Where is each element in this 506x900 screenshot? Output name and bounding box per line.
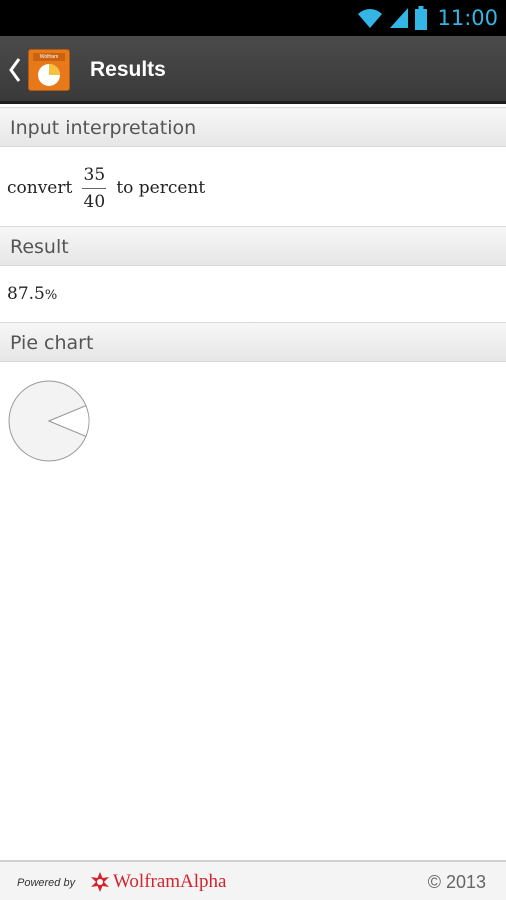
pie-chart [8,380,90,462]
result-unit: % [44,288,58,303]
page-title: Results [90,58,166,81]
wolfram-alpha-logo[interactable]: WolframAlpha [90,871,227,893]
wifi-icon [358,9,383,28]
input-interpretation-content: convert 35 40 to percent [7,163,205,213]
pie-chart-header: Pie chart [0,322,506,362]
convert-label: convert [7,178,73,198]
fraction: 35 40 [82,164,107,213]
status-bar: 11:00 [0,0,506,36]
status-time: 11:00 [437,6,498,30]
powered-by-label: Powered by [17,877,76,889]
copyright: © 2013 [427,872,486,892]
cell-signal-icon [390,8,409,28]
to-percent-label: to percent [116,178,206,198]
back-chevron-icon[interactable] [8,56,22,84]
pie-logo-icon [38,64,60,86]
action-bar: Wolfram Results [0,36,506,104]
fraction-bar [82,187,107,189]
fraction-denominator: 40 [83,191,106,212]
status-icons: 11:00 [357,5,498,31]
app-icon[interactable]: Wolfram [28,49,70,91]
battery-icon [415,6,428,30]
result-number: 87.5 [7,284,45,304]
result-header: Result [0,226,506,266]
input-interpretation-header: Input interpretation [0,107,506,147]
wolfram-spikey-icon [91,872,109,892]
result-value: 87.5% [7,284,57,304]
footer: Powered by WolframAlpha © 2013 [0,860,506,900]
fraction-numerator: 35 [83,164,106,185]
wolfram-alpha-brand: WolframAlpha [113,871,227,892]
